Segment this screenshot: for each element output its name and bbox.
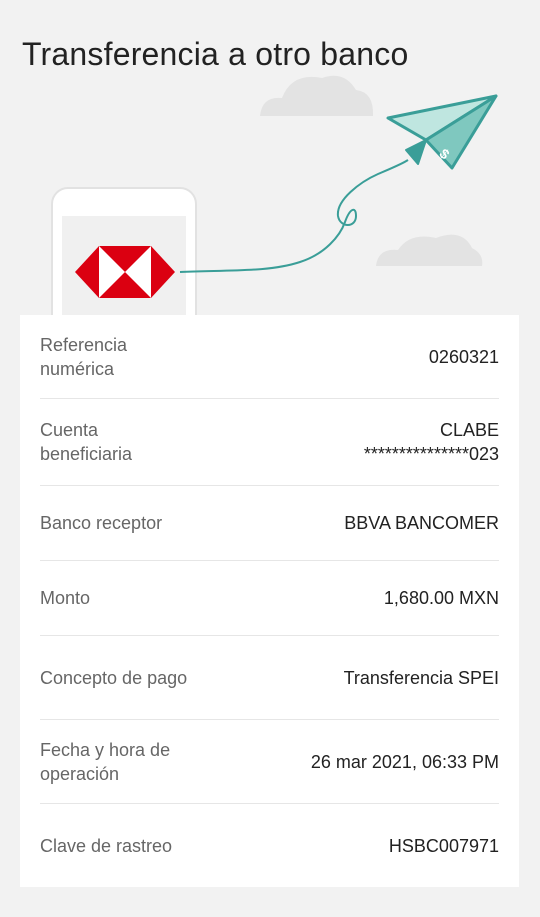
detail-row-referencia: Referencia numérica 0260321	[40, 315, 499, 399]
detail-label: Cuenta beneficiaria	[40, 420, 133, 464]
cloud-icon	[260, 75, 374, 116]
detail-label: Clave de rastreo	[40, 835, 173, 856]
masked-account: ***************023	[363, 444, 499, 464]
detail-value: Transferencia SPEI	[343, 667, 499, 688]
detail-row-concepto: Concepto de pago Transferencia SPEI	[40, 636, 499, 720]
detail-value: BBVA BANCOMER	[344, 513, 499, 533]
detail-value: 26 mar 2021, 06:33 PM	[310, 751, 499, 772]
detail-value: 1,680.00 MXN	[383, 588, 499, 608]
detail-row-rastreo: Clave de rastreo HSBC007971	[40, 804, 499, 887]
detail-row-fecha: Fecha y hora de operación 26 mar 2021, 0…	[40, 720, 499, 804]
transfer-details-card: Referencia numérica 0260321 Cuenta benef…	[20, 315, 519, 887]
paper-plane-icon: $	[386, 94, 498, 170]
detail-row-cuenta: Cuenta beneficiaria CLABE **************…	[40, 399, 499, 486]
clabe-label: CLABE	[439, 420, 499, 440]
detail-value: CLABE ***************023	[364, 418, 499, 466]
cloud-icon	[376, 234, 483, 266]
detail-label: Fecha y hora de operación	[40, 739, 171, 784]
detail-label: Concepto de pago	[40, 667, 188, 688]
detail-value: 0260321	[428, 346, 499, 367]
flight-path	[179, 159, 409, 273]
transfer-illustration: $	[51, 75, 498, 330]
detail-label: Banco receptor	[40, 513, 163, 533]
detail-value: HSBC007971	[388, 835, 499, 856]
detail-label: Monto	[40, 588, 91, 608]
detail-label: Referencia numérica	[40, 334, 128, 379]
detail-row-banco: Banco receptor BBVA BANCOMER	[40, 486, 499, 561]
detail-row-monto: Monto 1,680.00 MXN	[40, 561, 499, 636]
